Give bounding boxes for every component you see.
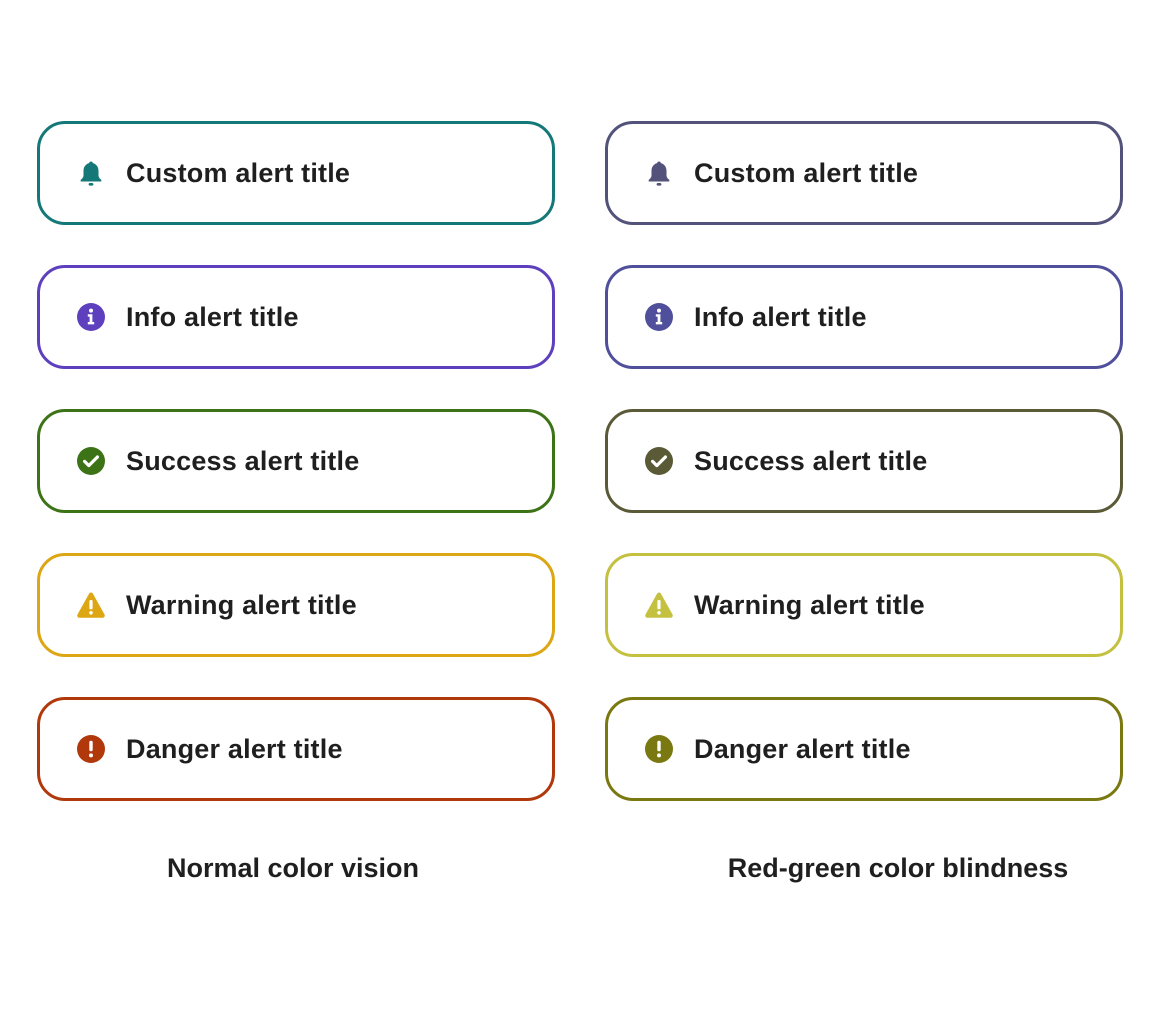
success-alert: Success alert title	[605, 409, 1123, 513]
info-alert: Info alert title	[605, 265, 1123, 369]
check-circle-icon	[644, 446, 674, 476]
success-alert: Success alert title	[37, 409, 555, 513]
normal-vision-column: Custom alert title Info alert title Succ…	[37, 121, 555, 841]
info-alert: Info alert title	[37, 265, 555, 369]
alert-title: Success alert title	[694, 445, 928, 476]
custom-alert: Custom alert title	[605, 121, 1123, 225]
danger-alert: Danger alert title	[605, 697, 1123, 801]
bell-icon	[644, 158, 674, 188]
bell-icon	[76, 158, 106, 188]
alert-title: Danger alert title	[126, 733, 343, 764]
exclamation-circle-icon	[644, 734, 674, 764]
warning-triangle-icon	[76, 590, 106, 620]
custom-alert: Custom alert title	[37, 121, 555, 225]
alert-title: Custom alert title	[694, 157, 919, 188]
alert-title: Info alert title	[126, 301, 299, 332]
check-circle-icon	[76, 446, 106, 476]
alert-title: Warning alert title	[126, 589, 357, 620]
info-circle-icon	[76, 302, 106, 332]
exclamation-circle-icon	[76, 734, 106, 764]
info-circle-icon	[644, 302, 674, 332]
normal-vision-caption: Normal color vision	[166, 853, 420, 883]
warning-alert: Warning alert title	[37, 553, 555, 657]
red-green-blindness-caption: Red-green color blindness	[727, 853, 1069, 883]
red-green-blindness-column: Custom alert title Info alert title Succ…	[605, 121, 1123, 841]
warning-alert: Warning alert title	[605, 553, 1123, 657]
alert-title: Success alert title	[126, 445, 360, 476]
alert-title: Warning alert title	[694, 589, 925, 620]
danger-alert: Danger alert title	[37, 697, 555, 801]
warning-triangle-icon	[644, 590, 674, 620]
alert-title: Danger alert title	[694, 733, 911, 764]
alert-title: Info alert title	[694, 301, 867, 332]
alert-title: Custom alert title	[126, 157, 351, 188]
